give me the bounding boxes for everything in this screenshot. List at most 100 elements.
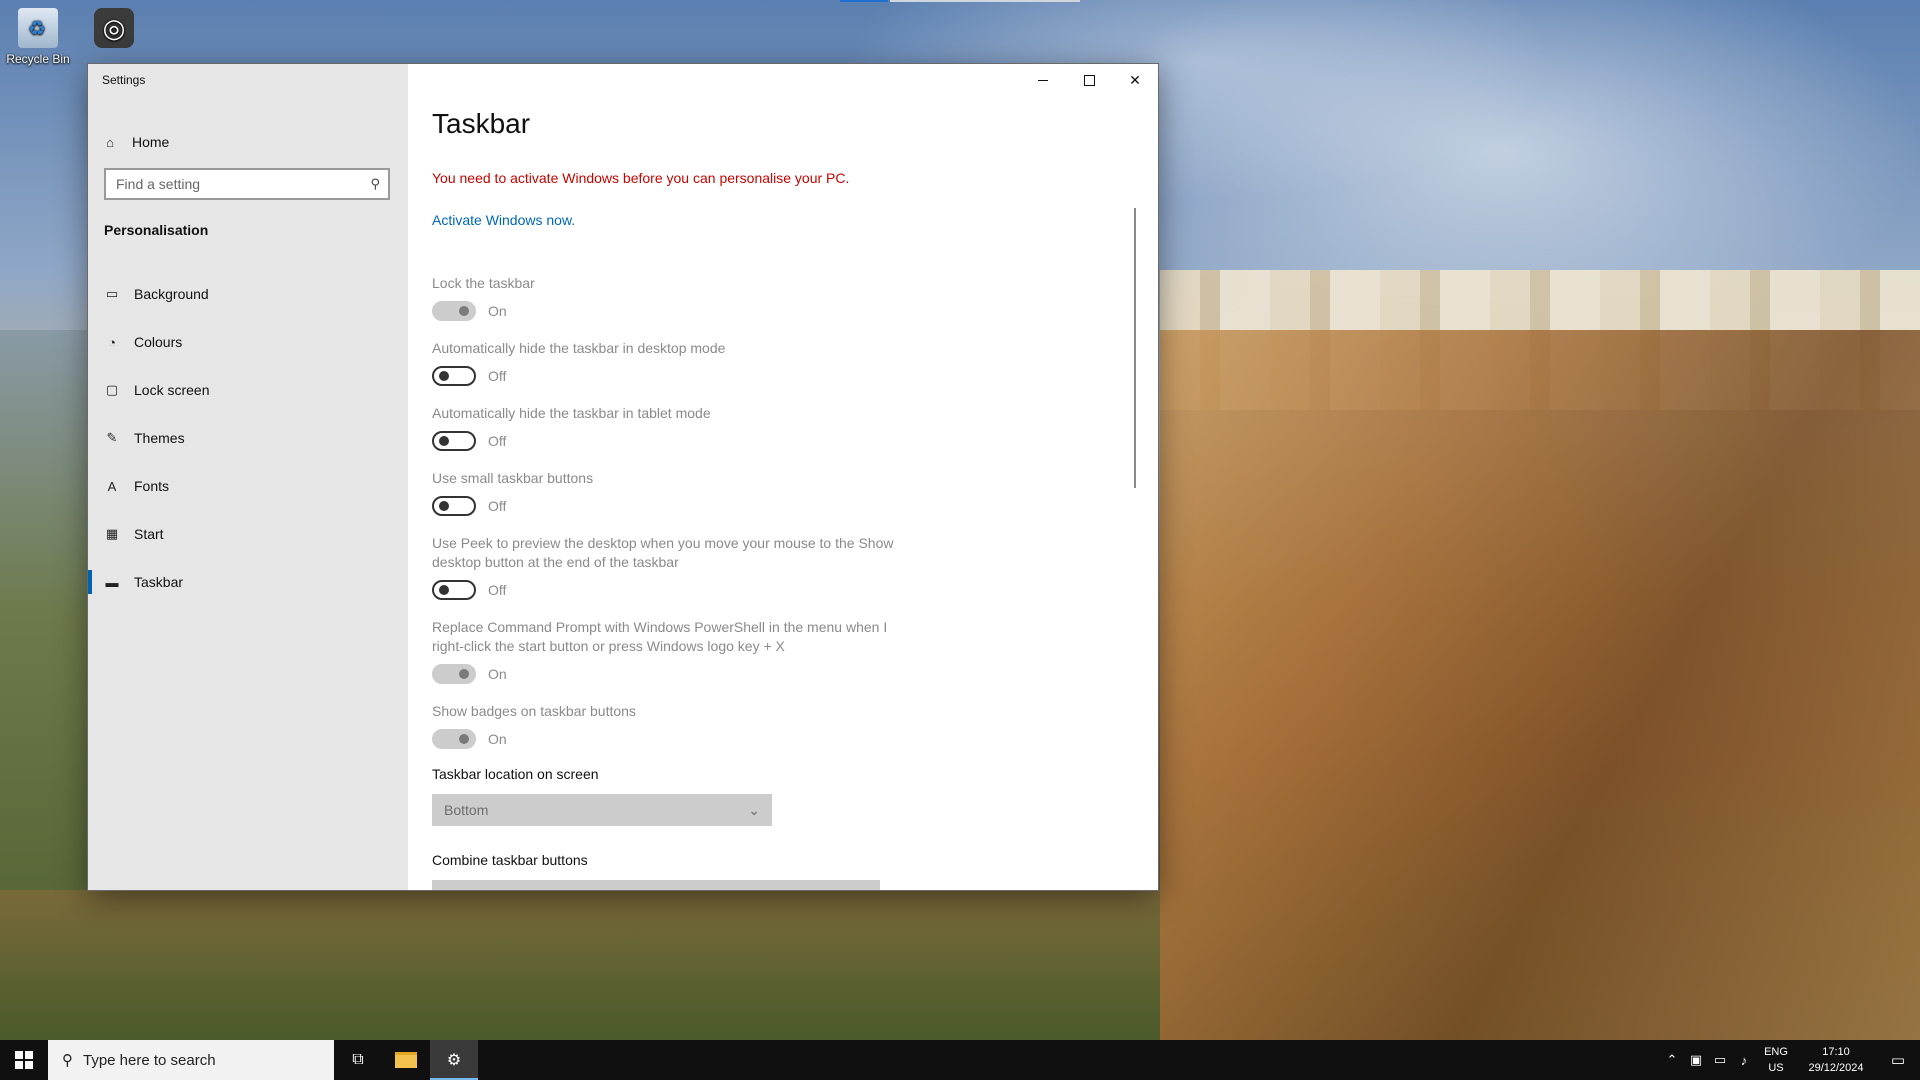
meet-now-icon[interactable]: ▣ [1684, 1052, 1708, 1068]
brush-icon: ✎ [106, 430, 118, 445]
sidebar-item-taskbar[interactable]: ▬ Taskbar [88, 558, 408, 606]
setting-label: Replace Command Prompt with Windows Powe… [432, 619, 888, 654]
recycle-bin-icon [18, 8, 58, 48]
settings-search-box[interactable]: ⚲ [104, 168, 390, 200]
task-view-icon: ⧉ [352, 1051, 364, 1068]
main-content: Taskbar You need to activate Windows bef… [432, 96, 1138, 890]
language-indicator[interactable]: ENG US [1756, 1044, 1796, 1076]
taskbar-icon: ▬ [105, 574, 119, 590]
palette-icon: ◔ [108, 334, 116, 350]
system-tray: ⌃ ▣ ▭ ♪ ENG US 17:10 29/12/2024 ▭ [1660, 1040, 1920, 1080]
setting-autohide-desktop: Automatically hide the taskbar in deskto… [432, 339, 902, 386]
task-view-button[interactable]: ⧉ [334, 1040, 382, 1080]
title-bar[interactable]: Settings ✕ [88, 64, 1158, 96]
user-circle-icon: ◎ [94, 8, 134, 48]
location-label: Taskbar location on screen [432, 766, 599, 782]
font-icon: A [107, 478, 117, 494]
window-title: Settings [102, 73, 146, 87]
network-icon[interactable]: ▭ [1708, 1052, 1732, 1068]
sidebar-item-colours[interactable]: ◔ Colours [88, 318, 408, 366]
minimize-button[interactable] [1020, 64, 1066, 96]
autohide-tablet-toggle[interactable] [432, 431, 476, 451]
volume-icon[interactable]: ♪ [1732, 1053, 1756, 1068]
desktop-icon-label: Recycle Bin [6, 52, 70, 66]
badges-toggle[interactable] [432, 729, 476, 749]
section-title: Personalisation [104, 222, 209, 238]
maximize-icon [1083, 74, 1095, 86]
nav-list: ▭ Background ◔ Colours ▢ Lock screen ✎ T… [88, 270, 408, 606]
lock-screen-icon: ▢ [105, 382, 119, 397]
sidebar-item-label: Themes [134, 430, 185, 446]
combine-label: Combine taskbar buttons [432, 852, 588, 868]
clock-date: 29/12/2024 [1808, 1062, 1864, 1074]
taskbar-search-box[interactable]: ⚲ Type here to search [48, 1040, 334, 1080]
recycle-bin-desktop-icon[interactable]: Recycle Bin [0, 0, 76, 66]
chevron-up-icon[interactable]: ⌃ [1660, 1052, 1684, 1068]
combine-dropdown[interactable] [432, 880, 880, 890]
nav-home[interactable]: ⌂ Home [102, 126, 392, 158]
toggle-state: On [488, 303, 507, 319]
start-tiles-icon: ▦ [105, 526, 119, 541]
sidebar-item-label: Start [134, 526, 164, 542]
sidebar-item-themes[interactable]: ✎ Themes [88, 414, 408, 462]
settings-taskbar-button[interactable]: ⚙ [430, 1040, 478, 1080]
toggle-state: Off [488, 368, 507, 384]
sidebar-item-label: Background [134, 286, 209, 302]
small-buttons-toggle[interactable] [432, 496, 476, 516]
settings-window: Settings ✕ ⌂ Home ⚲ Personalisation ▭ Ba… [88, 64, 1158, 890]
sidebar-item-label: Lock screen [134, 382, 210, 398]
user-app-desktop-icon[interactable]: ◎ [76, 0, 152, 52]
location-value: Bottom [444, 802, 489, 818]
setting-label: Use Peek to preview the desktop when you… [432, 535, 894, 570]
top-edge-highlight [840, 0, 888, 2]
sidebar-item-fonts[interactable]: A Fonts [88, 462, 408, 510]
setting-badges: Show badges on taskbar buttons On [432, 702, 902, 749]
peek-toggle[interactable] [432, 580, 476, 600]
setting-label: Automatically hide the taskbar in deskto… [432, 340, 726, 356]
window-controls: ✕ [1020, 64, 1158, 96]
setting-autohide-tablet: Automatically hide the taskbar in tablet… [432, 404, 902, 451]
page-title: Taskbar [432, 108, 531, 139]
sidebar-item-label: Taskbar [134, 574, 184, 590]
language-bottom: US [1768, 1062, 1784, 1074]
sidebar-item-label: Colours [134, 334, 183, 350]
picture-icon: ▭ [105, 286, 119, 301]
activate-windows-link[interactable]: Activate Windows now. [432, 212, 575, 228]
close-button[interactable]: ✕ [1112, 64, 1158, 96]
close-icon: ✕ [1129, 71, 1141, 88]
toggle-state: On [488, 666, 507, 682]
clock[interactable]: 17:10 29/12/2024 [1796, 1044, 1876, 1076]
location-dropdown[interactable]: Bottom ⌄ [432, 794, 772, 826]
sidebar-item-lock-screen[interactable]: ▢ Lock screen [88, 366, 408, 414]
powershell-toggle[interactable] [432, 664, 476, 684]
maximize-button[interactable] [1066, 64, 1112, 96]
windows-logo-icon [15, 1051, 33, 1069]
setting-powershell: Replace Command Prompt with Windows Powe… [432, 618, 902, 684]
toggle-state: Off [488, 433, 507, 449]
clock-time: 17:10 [1822, 1046, 1850, 1058]
setting-label: Use small taskbar buttons [432, 470, 594, 486]
search-icon: ⚲ [62, 1052, 73, 1069]
setting-label: Show badges on taskbar buttons [432, 703, 636, 719]
home-icon: ⌂ [106, 134, 114, 150]
scrollbar[interactable] [1134, 208, 1136, 488]
toggle-state: On [488, 731, 507, 747]
chevron-down-icon: ⌄ [748, 801, 760, 818]
sidebar-item-start[interactable]: ▦ Start [88, 510, 408, 558]
setting-label: Lock the taskbar [432, 275, 535, 291]
taskbar-search-placeholder: Type here to search [83, 1051, 216, 1069]
autohide-desktop-toggle[interactable] [432, 366, 476, 386]
search-icon[interactable]: ⚲ [370, 176, 380, 192]
sidebar-item-background[interactable]: ▭ Background [88, 270, 408, 318]
minimize-icon [1038, 79, 1048, 81]
lock-taskbar-toggle[interactable] [432, 301, 476, 321]
sidebar-item-label: Fonts [134, 478, 170, 494]
find-setting-input[interactable] [106, 170, 366, 198]
top-edge-highlight-2 [890, 0, 1080, 2]
start-button[interactable] [0, 1040, 48, 1080]
folder-icon [395, 1052, 417, 1068]
file-explorer-button[interactable] [382, 1040, 430, 1080]
taskbar: ⚲ Type here to search ⧉ ⚙ ⌃ ▣ ▭ ♪ ENG US… [0, 1040, 1920, 1080]
notification-icon[interactable]: ▭ [1876, 1051, 1920, 1069]
nav-home-label: Home [132, 134, 170, 150]
